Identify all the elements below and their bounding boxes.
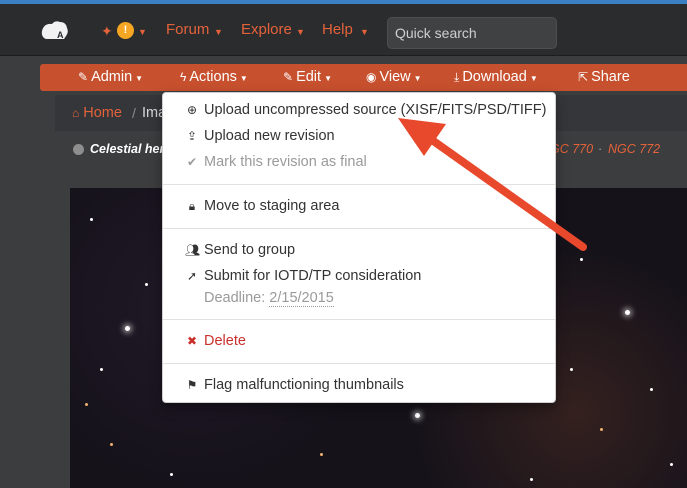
eye-icon: ◉ [366,70,377,84]
menu-upload-uncompressed-source[interactable]: ⊕ Upload uncompressed source (XISF/FITS/P… [185,102,547,118]
menu-item-label: Submit for IOTD/TP consideration [204,268,422,284]
nav-forum[interactable]: Forum [166,21,209,38]
tag-link[interactable]: NGC 772 [608,142,660,156]
menu-divider [163,363,555,364]
menu-mark-revision-final: ✔ Mark this revision as final [185,154,367,170]
upload-circle-icon: ⊕ [186,103,198,117]
users-icon: 👥︎ [185,243,201,257]
search-placeholder: Quick search [395,25,477,41]
chevron-down-icon: ▼ [360,27,369,37]
subnav-actions[interactable]: ϟ Actions ▼ [180,69,248,85]
nav-help-label: Help [322,21,353,38]
svg-text:A: A [57,30,64,40]
menu-item-label: Move to staging area [204,198,340,214]
menu-upload-new-revision[interactable]: ⇪ Upload new revision [185,128,335,144]
chevron-down-icon: ▼ [296,27,305,37]
upload-icon: ⇪ [186,129,198,143]
star [110,443,113,446]
chevron-down-icon: ▼ [138,27,147,37]
subnav-edit[interactable]: ✎ Edit ▼ [283,69,332,85]
iotd-deadline: Deadline: 2/15/2015 [204,290,334,307]
subnav-share-label: Share [591,69,630,85]
star [125,326,130,331]
chevron-down-icon: ▼ [324,74,332,83]
star [415,413,420,418]
menu-delete[interactable]: ✖ Delete [185,333,246,349]
subnav-edit-label: Edit [296,69,322,85]
notification-badge[interactable]: ! [117,22,134,39]
site-logo-icon[interactable]: A [40,19,70,41]
hammer-icon: ✎ [78,70,89,84]
deadline-label: Deadline: [204,290,266,306]
hammer-icon[interactable]: ✦ [101,23,113,40]
chevron-down-icon: ▼ [529,74,538,83]
menu-item-label: Mark this revision as final [204,154,367,170]
tag-link[interactable]: GC 770 [550,142,593,156]
rocket-icon: ➚ [186,269,198,283]
menu-divider [163,319,555,320]
lock-icon: 🔒︎ [188,199,196,213]
home-icon: ⌂ [72,106,80,120]
star [90,218,93,221]
search-input[interactable]: Quick search [387,17,557,49]
breadcrumb-home-label: Home [83,105,122,121]
nav-explore[interactable]: Explore [241,21,292,38]
bolt-icon: ϟ [180,70,187,84]
breadcrumb-separator: / [132,105,136,121]
subnav-view-label: View [379,69,411,85]
chevron-down-icon: ▼ [135,74,144,83]
chevron-down-icon: ▼ [413,74,422,83]
actions-dropdown-menu: ⊕ Upload uncompressed source (XISF/FITS/P… [162,92,556,403]
menu-divider [163,228,555,229]
star [600,428,603,431]
image-actions-bar: ✎ Admin ▼ ϟ Actions ▼ ✎ Edit ▼ ◉ View ▼ ⤓ Downloa… [40,64,687,91]
nav-help[interactable]: Help [322,21,353,38]
pencil-icon: ✎ [283,70,294,84]
menu-item-label: Delete [204,333,246,349]
subnav-actions-label: Actions [189,69,237,85]
subnav-view[interactable]: ◉ View ▼ [366,69,422,85]
subnav-download-label: Download [462,69,527,85]
star [650,388,653,391]
download-icon: ⤓ [454,70,460,84]
deadline-value: 2/15/2015 [269,290,334,307]
menu-send-to-group[interactable]: 👥︎ Send to group [185,242,295,258]
tag-separator: · [598,142,603,156]
menu-divider [163,184,555,185]
menu-move-to-staging[interactable]: 🔒︎ Move to staging area [185,198,340,214]
share-icon: ⇱ [578,70,589,84]
star [145,283,148,286]
menu-item-label: Flag malfunctioning thumbnails [204,377,404,393]
close-icon: ✖ [186,334,198,348]
chevron-down-icon: ▼ [214,27,223,37]
menu-item-label: Upload uncompressed source (XISF/FITS/PS… [204,102,547,118]
nav-explore-label: Explore [241,21,292,38]
star [625,310,630,315]
star [320,453,323,456]
flag-icon: ⚑ [186,378,198,392]
subnav-admin[interactable]: ✎ Admin ▼ [78,69,143,85]
star [570,368,573,371]
menu-submit-iotd[interactable]: ➚ Submit for IOTD/TP consideration [185,268,421,284]
subnav-admin-label: Admin [91,69,133,85]
menu-flag-thumbnails[interactable]: ⚑ Flag malfunctioning thumbnails [185,377,404,393]
chevron-down-icon: ▼ [239,74,248,83]
star [670,463,673,466]
star [85,403,88,406]
breadcrumb-home[interactable]: ⌂ Home [72,105,122,121]
check-icon: ✔ [186,155,198,169]
top-navbar: A ✦ ! ▼ Forum ▼ Explore ▼ Help ▼ Quick s… [0,4,687,56]
star [170,473,173,476]
globe-icon [73,144,84,155]
subnav-share[interactable]: ⇱ Share [578,69,630,85]
menu-item-label: Send to group [204,242,296,258]
subnav-download[interactable]: ⤓ Download ▼ [454,69,538,85]
star [580,258,583,261]
menu-item-label: Upload new revision [204,128,335,144]
star [530,478,533,481]
star [100,368,103,371]
nav-forum-label: Forum [166,21,210,38]
image-title: Celestial hen [90,142,168,156]
